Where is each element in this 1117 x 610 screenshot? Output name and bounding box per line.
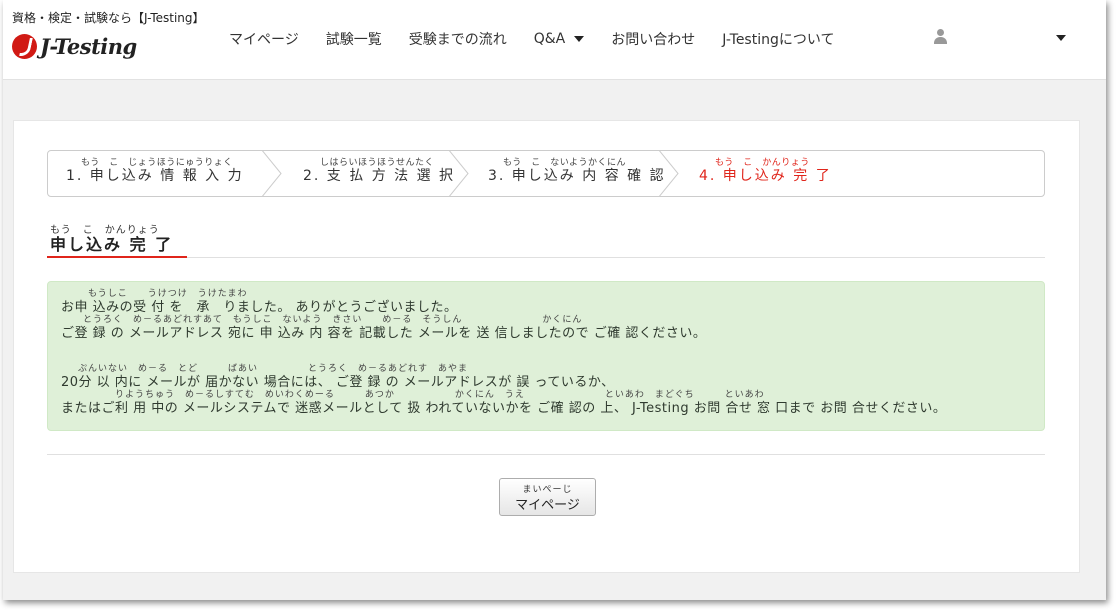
user-menu-chevron-down-icon[interactable] <box>1056 35 1066 41</box>
logo-text: J-Testing <box>40 33 137 59</box>
nav-qa[interactable]: Q&A <box>534 29 585 49</box>
nav-mypage[interactable]: マイページ <box>229 29 299 49</box>
site-tagline: 資格・検定・試験なら【J-Testing】 <box>12 11 205 25</box>
nav-label: マイページ <box>229 32 299 48</box>
step-label: 1. 申し込み 情 報 入 力 <box>66 168 244 184</box>
progress-stepper: もう こ じょうほうにゅうりょく 1. 申し込み 情 報 入 力 しはらいほうほ… <box>47 150 1045 197</box>
site-header: 資格・検定・試験なら【J-Testing】 J-Testing マイページ 試験… <box>3 0 1106 80</box>
j-logo-icon <box>12 33 37 59</box>
nav-label: 試験一覧 <box>325 32 382 48</box>
section-title-underline <box>47 256 187 258</box>
step-label: 4. 申し込み 完 了 <box>699 168 832 184</box>
step-label: 3. 申し込み 内 容 確 認 <box>488 168 666 184</box>
content-card: もう こ じょうほうにゅうりょく 1. 申し込み 情 報 入 力 しはらいほうほ… <box>13 120 1080 573</box>
button-label: マイページ <box>515 498 580 513</box>
nav-label: お問い合わせ <box>611 32 696 48</box>
chevron-down-icon <box>574 36 585 42</box>
mypage-button[interactable]: まいぺーじ マイページ <box>499 478 596 516</box>
section-title: 申し込み 完 了 <box>50 235 174 254</box>
step-3: もう こ ないようかくにん 3. 申し込み 内 容 確 認 <box>468 151 678 196</box>
nav-label: Q&A <box>533 31 566 47</box>
user-icon[interactable] <box>933 29 948 44</box>
nav-contact[interactable]: お問い合わせ <box>611 29 695 49</box>
footer-divider <box>47 454 1045 455</box>
site-logo[interactable]: J-Testing <box>12 31 137 61</box>
browser-viewport: 資格・検定・試験なら【J-Testing】 J-Testing マイページ 試験… <box>3 0 1106 600</box>
step-4-active: もう こ かんりょう 4. 申し込み 完 了 <box>678 151 978 196</box>
nav-exam-list[interactable]: 試験一覧 <box>326 29 382 49</box>
success-message: もうしこ うけつけ うけたまわ お申 込みの受 付 を 承 りました。 ありがと… <box>47 281 1045 431</box>
nav-about[interactable]: J-Testingについて <box>722 29 834 49</box>
step-1: もう こ じょうほうにゅうりょく 1. 申し込み 情 報 入 力 <box>48 151 280 196</box>
step-label: 2. 支 払 方 法 選 択 <box>303 168 456 184</box>
message-text: またはご利 用 中の メールシステムで 迷惑メールとして 扱 われていないかを … <box>61 401 947 416</box>
nav-label: J-Testingについて <box>722 32 835 48</box>
section-divider <box>47 257 1045 258</box>
nav-label: 受験までの流れ <box>408 32 507 48</box>
message-text: ご登 録 の メールアドレス 宛に 申 込み 内 容を 記載した メールを 送 … <box>61 326 707 341</box>
nav-flow[interactable]: 受験までの流れ <box>409 29 507 49</box>
main-nav: マイページ 試験一覧 受験までの流れ Q&A お問い合わせ J-Testingに… <box>229 29 861 49</box>
